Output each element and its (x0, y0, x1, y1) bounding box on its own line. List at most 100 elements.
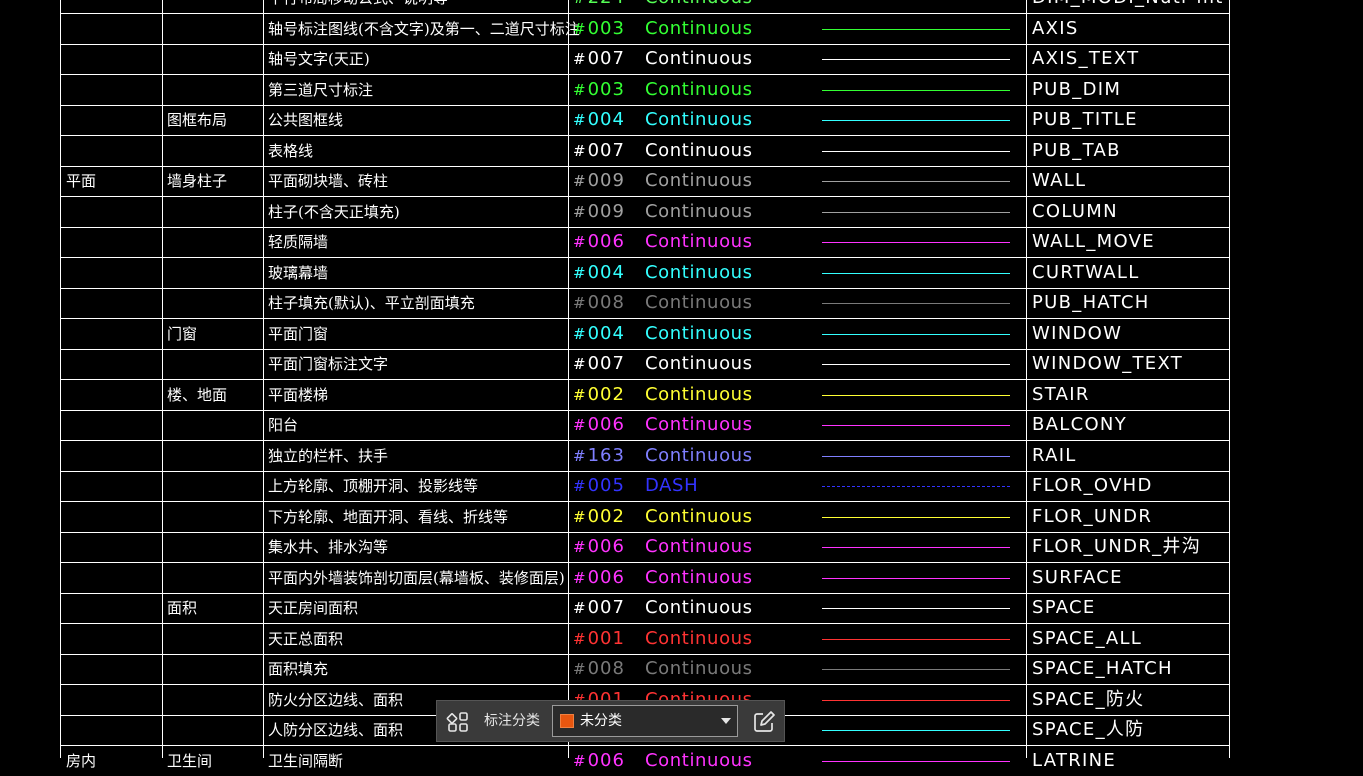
table-row[interactable]: 第三道尺寸标注 #003 Continuous PUB_DIM (0, 75, 1363, 105)
linetype-sample (822, 242, 1010, 243)
linetype-name: Continuous (645, 658, 753, 679)
layer-description: 下方轮廓、地面开洞、看线、折线等 (268, 508, 509, 526)
layer-description: 平面内外墙装饰剖切面层(幕墙板、装修面层) (268, 569, 565, 587)
layer-name: CURTWALL (1032, 262, 1140, 283)
linetype-sample (822, 59, 1010, 60)
color-index: #003 (573, 79, 625, 100)
layer-name: PUB_TITLE (1032, 109, 1138, 130)
table-row[interactable]: 图框布局 公共图框线 #004 Continuous PUB_TITLE (0, 105, 1363, 135)
color-index: #224 (573, 0, 625, 13)
linetype-name: Continuous (645, 79, 753, 100)
linetype-sample (822, 181, 1010, 182)
color-index: #007 (573, 140, 625, 161)
linetype-sample (822, 425, 1010, 426)
layer-name: SURFACE (1032, 567, 1123, 588)
color-index: #005 (573, 475, 625, 496)
linetype-name: Continuous (645, 231, 753, 252)
linetype-sample (822, 761, 1010, 762)
layer-description: 上方轮廓、顶棚开洞、投影线等 (268, 477, 479, 495)
layer-name: STAIR (1032, 384, 1090, 405)
table-row[interactable]: 平面内外墙装饰剖切面层(幕墙板、装修面层) #006 Continuous SURFA… (0, 563, 1363, 593)
table-row[interactable]: 柱子填充(默认)、平立剖面填充 #008 Continuous PUB_HATCH (0, 288, 1363, 318)
linetype-sample (822, 456, 1010, 457)
layer-description: 公共图框线 (268, 111, 344, 129)
table-row[interactable]: 轻质隔墙 #006 Continuous WALL_MOVE (0, 227, 1363, 257)
table-row[interactable]: 表格线 #007 Continuous PUB_TAB (0, 136, 1363, 166)
linetype-sample (822, 364, 1010, 365)
layer-description: 玻璃幕墙 (268, 264, 329, 282)
layer-name: SPACE_防火 (1032, 689, 1145, 710)
color-index: #002 (573, 384, 625, 405)
table-row[interactable]: 轴号文字(天正) #007 Continuous AXIS_TEXT (0, 44, 1363, 74)
category-level2: 面积 (167, 599, 198, 617)
layer-name: SPACE_HATCH (1032, 658, 1173, 679)
category-level2: 图框布局 (167, 111, 228, 129)
layer-description: 防火分区边线、面积 (268, 691, 404, 709)
linetype-name: Continuous (645, 292, 753, 313)
color-index: #009 (573, 201, 625, 222)
linetype-name: Continuous (645, 536, 753, 557)
linetype-sample (822, 212, 1010, 213)
linetype-name: Continuous (645, 323, 753, 344)
layer-name: WALL (1032, 170, 1087, 191)
cad-drawing-canvas[interactable]: 平行布局移动公式、说明等 #224 Continuous DIM_MODI_Nutr-… (0, 0, 1363, 771)
layer-description: 平行布局移动公式、说明等 (268, 0, 448, 13)
layer-name: FLOR_OVHD (1032, 475, 1153, 496)
layer-name: FLOR_UNDR_井沟 (1032, 536, 1202, 557)
table-row[interactable]: 上方轮廓、顶棚开洞、投影线等 #005 DASH FLOR_OVHD (0, 471, 1363, 501)
layer-name: WALL_MOVE (1032, 231, 1155, 252)
layer-name: WINDOW_TEXT (1032, 353, 1184, 374)
linetype-name: Continuous (645, 750, 753, 771)
category-level1: 平面 (66, 172, 97, 190)
linetype-name: Continuous (645, 140, 753, 161)
table-row[interactable]: 独立的栏杆、扶手 #163 Continuous RAIL (0, 441, 1363, 471)
layer-description: 表格线 (268, 142, 314, 160)
table-row[interactable]: 天正总面积 #001 Continuous SPACE_ALL (0, 624, 1363, 654)
table-row[interactable]: 柱子(不含天正填充) #009 Continuous COLUMN (0, 197, 1363, 227)
category-level2: 门窗 (167, 325, 198, 343)
grid-icon[interactable] (446, 710, 470, 734)
table-row[interactable]: 门窗 平面门窗 #004 Continuous WINDOW (0, 319, 1363, 349)
table-row[interactable]: 玻璃幕墙 #004 Continuous CURTWALL (0, 258, 1363, 288)
layer-description: 面积填充 (268, 660, 329, 678)
table-row[interactable]: 轴号标注图线(不含文字)及第一、二道尺寸标注 #003 Continuous AXIS (0, 14, 1363, 44)
linetype-sample (822, 486, 1010, 487)
color-index: #163 (573, 445, 625, 466)
linetype-name: Continuous (645, 201, 753, 222)
linetype-sample (822, 639, 1010, 640)
layer-name: SPACE_人防 (1032, 719, 1145, 740)
layer-name: AXIS_TEXT (1032, 48, 1140, 69)
color-index: #004 (573, 323, 625, 344)
linetype-sample (822, 517, 1010, 518)
color-index: #002 (573, 506, 625, 527)
table-row[interactable]: 面积填充 #008 Continuous SPACE_HATCH (0, 654, 1363, 684)
category-select[interactable]: 未分类 (552, 705, 738, 737)
table-row[interactable]: 平面 墙身柱子 平面砌块墙、砖柱 #009 Continuous WALL (0, 166, 1363, 196)
linetype-name: Continuous (645, 445, 753, 466)
layer-name: BALCONY (1032, 414, 1127, 435)
table-row[interactable]: 平行布局移动公式、说明等 #224 Continuous DIM_MODI_Nutr-… (0, 0, 1363, 13)
table-row[interactable]: 集水井、排水沟等 #006 Continuous FLOR_UNDR_井沟 (0, 532, 1363, 562)
linetype-sample (822, 730, 1010, 731)
linetype-name: Continuous (645, 262, 753, 283)
table-row[interactable]: 楼、地面 平面楼梯 #002 Continuous STAIR (0, 380, 1363, 410)
table-row[interactable]: 下方轮廓、地面开洞、看线、折线等 #002 Continuous FLOR_UNDR (0, 502, 1363, 532)
layer-description: 天正房间面积 (268, 599, 359, 617)
linetype-sample (822, 395, 1010, 396)
layer-name: SPACE_ALL (1032, 628, 1143, 649)
layer-name: LATRINE (1032, 750, 1117, 771)
category-label: 标注分类 (484, 713, 540, 729)
table-row[interactable]: 阳台 #006 Continuous BALCONY (0, 410, 1363, 440)
table-row[interactable]: 平面门窗标注文字 #007 Continuous WINDOW_TEXT (0, 349, 1363, 379)
layer-name: PUB_DIM (1032, 79, 1122, 100)
layer-name: PUB_TAB (1032, 140, 1121, 161)
layer-description: 平面砌块墙、砖柱 (268, 172, 389, 190)
layer-description: 阳台 (268, 416, 299, 434)
layer-name: AXIS (1032, 18, 1079, 39)
table-row[interactable]: 房内 卫生间 卫生间隔断 #006 Continuous LATRINE (0, 746, 1363, 776)
layer-description: 天正总面积 (268, 630, 344, 648)
color-index: #004 (573, 109, 625, 130)
edit-icon[interactable] (752, 710, 776, 734)
layer-description: 轻质隔墙 (268, 233, 329, 251)
table-row[interactable]: 面积 天正房间面积 #007 Continuous SPACE (0, 593, 1363, 623)
